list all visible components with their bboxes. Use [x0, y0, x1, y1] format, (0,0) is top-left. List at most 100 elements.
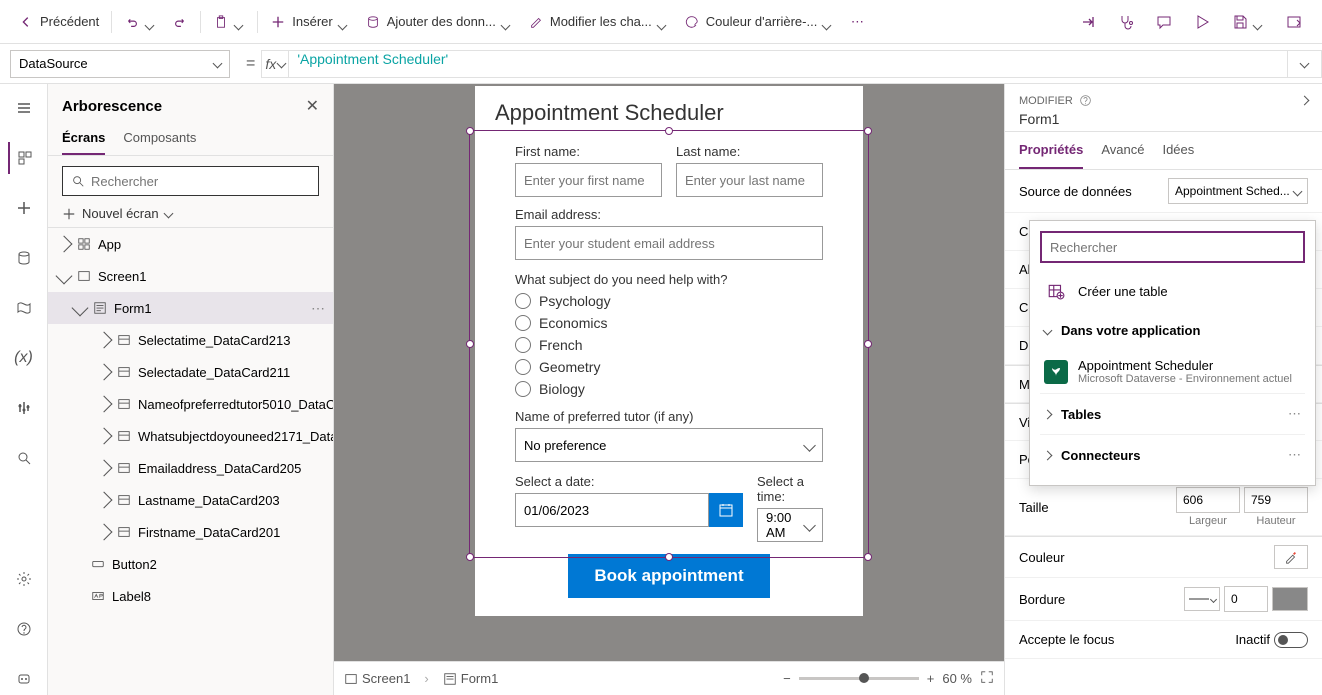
fit-screen[interactable]: [980, 670, 994, 687]
comments-button[interactable]: [1146, 10, 1182, 34]
time-select[interactable]: 9:00 AM: [757, 508, 823, 542]
share-button[interactable]: [1070, 10, 1106, 34]
tree-search[interactable]: [62, 166, 319, 196]
rail-settings[interactable]: [8, 563, 40, 595]
tab-components[interactable]: Composants: [123, 122, 196, 155]
undo-button[interactable]: [116, 10, 164, 34]
tree-node-datacard[interactable]: Firstname_DataCard201: [48, 516, 333, 548]
ds-search[interactable]: [1040, 231, 1305, 263]
tab-advanced[interactable]: Avancé: [1101, 132, 1144, 169]
add-data-button[interactable]: Ajouter des donn...: [357, 10, 520, 34]
radio-input[interactable]: [515, 293, 531, 309]
zoom-in[interactable]: +: [927, 671, 935, 686]
breadcrumb-screen[interactable]: Screen1: [344, 671, 410, 686]
new-screen-button[interactable]: Nouvel écran: [48, 200, 333, 227]
rail-virtual-agent[interactable]: [8, 663, 40, 695]
subject-option[interactable]: Psychology: [515, 293, 823, 309]
lastname-input[interactable]: [676, 163, 823, 197]
rail-advanced[interactable]: [8, 392, 40, 424]
tree-node-screen1[interactable]: Screen1: [48, 260, 333, 292]
subject-option[interactable]: Geometry: [515, 359, 823, 375]
rail-media[interactable]: [8, 292, 40, 324]
tree-node-app[interactable]: App: [48, 228, 333, 260]
book-appointment-button[interactable]: Book appointment: [568, 554, 769, 598]
ds-tables-section[interactable]: Tables ⋯: [1040, 393, 1305, 434]
focus-toggle[interactable]: [1274, 632, 1308, 648]
height-input[interactable]: [1244, 487, 1308, 513]
color-picker[interactable]: [1274, 545, 1308, 569]
date-input[interactable]: [515, 493, 709, 527]
bg-color-button[interactable]: Couleur d'arrière-...: [676, 10, 842, 34]
radio-input[interactable]: [515, 359, 531, 375]
tab-ideas[interactable]: Idées: [1162, 132, 1194, 169]
radio-input[interactable]: [515, 337, 531, 353]
rail-search[interactable]: [8, 442, 40, 474]
tree-node-datacard[interactable]: Lastname_DataCard203: [48, 484, 333, 516]
formula-expand[interactable]: [1288, 50, 1322, 78]
zoom-out[interactable]: −: [783, 671, 791, 686]
radio-input[interactable]: [515, 381, 531, 397]
chevron-right-icon: [1043, 450, 1053, 460]
rail-insert[interactable]: [8, 192, 40, 224]
formula-input[interactable]: 'Appointment Scheduler': [289, 50, 1288, 78]
chevron-right-icon: [96, 332, 113, 349]
insert-button[interactable]: Insérer: [262, 10, 356, 34]
tree-node-form1[interactable]: Form1 ⋯: [48, 292, 333, 324]
border-style-select[interactable]: [1184, 587, 1220, 611]
tree-node-datacard[interactable]: Selectadate_DataCard211: [48, 356, 333, 388]
rail-hamburger[interactable]: [8, 92, 40, 124]
tab-properties[interactable]: Propriétés: [1019, 132, 1083, 169]
tree-node-datacard[interactable]: Selectatime_DataCard213: [48, 324, 333, 356]
border-color[interactable]: [1272, 587, 1308, 611]
close-tree-button[interactable]: ✕: [306, 96, 319, 116]
datasource-select[interactable]: Appointment Sched...: [1168, 178, 1308, 204]
subject-option[interactable]: Economics: [515, 315, 823, 331]
zoom-control[interactable]: − + 60 %: [783, 670, 994, 687]
tab-screens[interactable]: Écrans: [62, 122, 105, 155]
zoom-slider[interactable]: [799, 677, 919, 680]
checker-button[interactable]: [1108, 10, 1144, 34]
tree-node-datacard[interactable]: Emailaddress_DataCard205: [48, 452, 333, 484]
fx-button[interactable]: fx: [261, 50, 289, 78]
calendar-icon[interactable]: [709, 493, 743, 527]
rail-data[interactable]: [8, 242, 40, 274]
border-width-input[interactable]: [1224, 586, 1268, 612]
save-button[interactable]: [1222, 10, 1274, 34]
firstname-input[interactable]: [515, 163, 662, 197]
edit-fields-button[interactable]: Modifier les cha...: [520, 10, 676, 34]
screen-icon: [344, 672, 358, 686]
ds-create-table[interactable]: Créer une table: [1040, 271, 1305, 311]
ds-search-input[interactable]: [1050, 240, 1295, 255]
publish-button[interactable]: [1276, 10, 1312, 34]
width-input[interactable]: [1176, 487, 1240, 513]
overflow-button[interactable]: ⋯: [841, 10, 873, 34]
artboard[interactable]: Appointment Scheduler First: [475, 86, 863, 616]
rail-tree[interactable]: [8, 142, 40, 174]
ds-connectors-section[interactable]: Connecteurs ⋯: [1040, 434, 1305, 475]
rail-variables[interactable]: (x): [8, 342, 40, 374]
tree-node-datacard[interactable]: Whatsubjectdoyouneed2171_DataCard: [48, 420, 333, 452]
tree-node-button2[interactable]: Button2: [48, 548, 333, 580]
ellipsis-icon[interactable]: ⋯: [1288, 447, 1301, 463]
subject-option[interactable]: Biology: [515, 381, 823, 397]
ds-item-appointment[interactable]: Appointment Scheduler Microsoft Datavers…: [1040, 350, 1305, 393]
tree-node-label8[interactable]: Label8: [48, 580, 333, 612]
tree-node-datacard[interactable]: Nameofpreferredtutor5010_DataCard: [48, 388, 333, 420]
form-icon: [92, 300, 108, 316]
preview-button[interactable]: [1184, 10, 1220, 34]
chevron-right-icon[interactable]: [1300, 96, 1310, 106]
subject-option[interactable]: French: [515, 337, 823, 353]
property-selector[interactable]: DataSource: [10, 50, 230, 78]
ds-in-app-section[interactable]: Dans votre application: [1040, 311, 1305, 350]
breadcrumb-form[interactable]: Form1: [443, 671, 499, 686]
email-input[interactable]: [515, 226, 823, 260]
more-icon[interactable]: ⋯: [311, 300, 325, 317]
rail-help[interactable]: [8, 613, 40, 645]
tutor-select[interactable]: No preference: [515, 428, 823, 462]
radio-input[interactable]: [515, 315, 531, 331]
tree-search-input[interactable]: [91, 174, 310, 189]
redo-button[interactable]: [164, 10, 196, 34]
ellipsis-icon[interactable]: ⋯: [1288, 406, 1301, 422]
back-button[interactable]: Précédent: [10, 10, 107, 34]
paste-button[interactable]: [205, 10, 253, 34]
